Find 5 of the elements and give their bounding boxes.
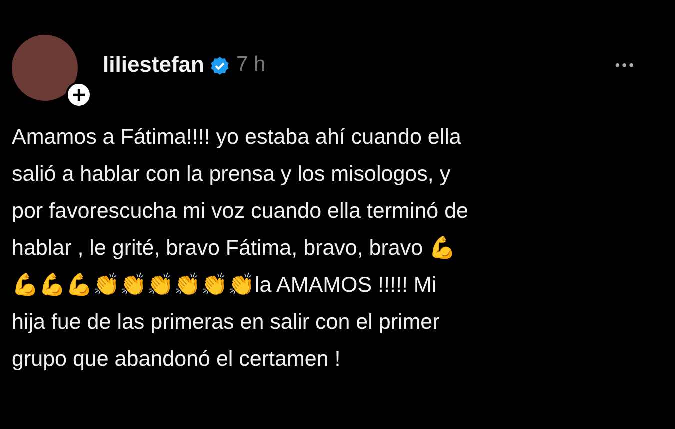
username[interactable]: liliestefan xyxy=(103,52,204,78)
post-text: Amamos a Fátima!!!! yo estaba ahí cuando ella salió a hablar con la prensa y los misologos, y por favorescucha mi voz cuando ella terminó de hablar , le grité, bravo Fátima, bravo, bravo 💪 💪💪💪👏👏👏👏👏👏la AMAMOS !!!!! Mi hija fue de las primeras en salir con el primer grupo que abandonó el certamen ! xyxy=(12,124,470,373)
plus-icon[interactable] xyxy=(66,82,92,108)
post-time: 7 h xyxy=(236,53,266,77)
more-button[interactable]: ••• xyxy=(615,57,636,73)
